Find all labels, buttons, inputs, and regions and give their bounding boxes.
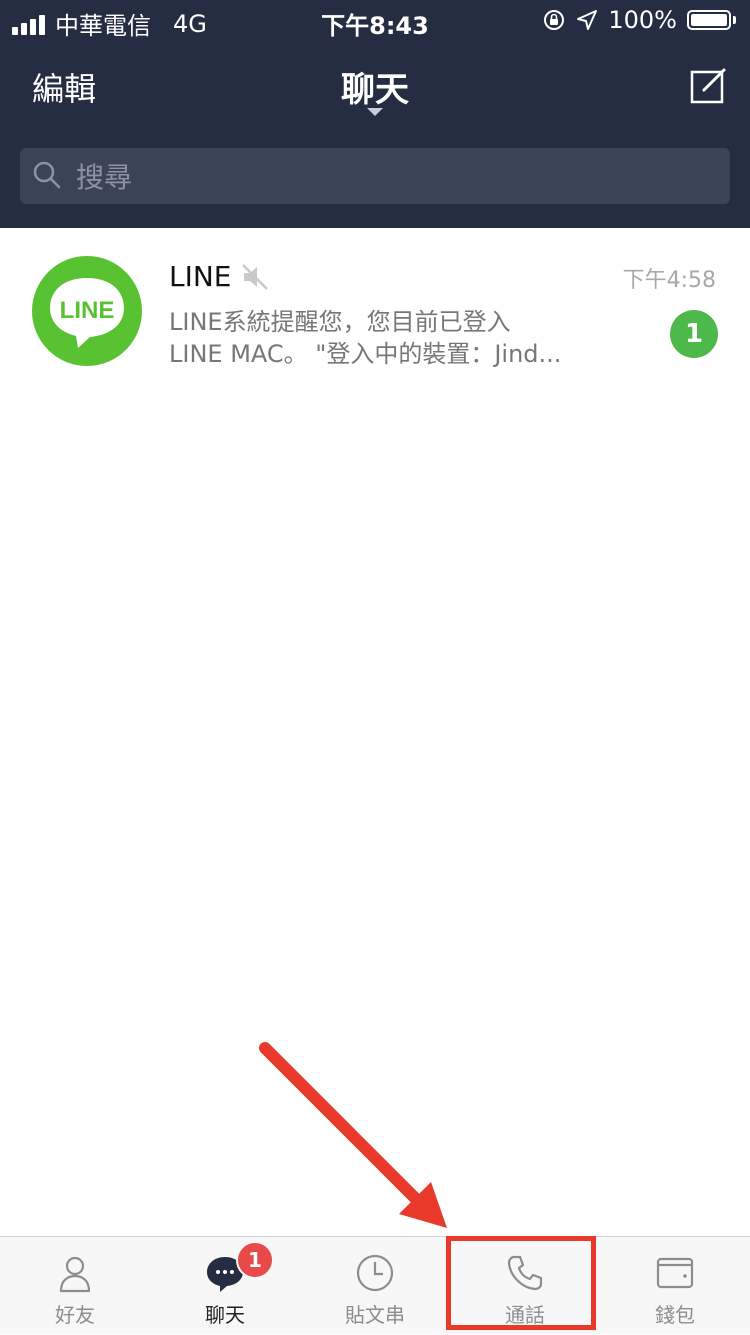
tab-friends[interactable]: 好友 xyxy=(0,1237,150,1335)
avatar-logo-text: LINE xyxy=(60,297,115,324)
chat-name: LINE xyxy=(169,260,232,293)
phone-icon xyxy=(507,1255,543,1291)
compose-icon[interactable] xyxy=(690,66,728,104)
unread-badge: 1 xyxy=(670,310,718,358)
tab-label: 貼文串 xyxy=(345,1303,405,1327)
friends-icon xyxy=(59,1256,91,1293)
battery-icon xyxy=(687,10,736,30)
clock-icon xyxy=(356,1254,394,1292)
search-icon xyxy=(33,161,61,189)
avatar: LINE xyxy=(32,256,142,366)
tab-label: 錢包 xyxy=(655,1303,695,1327)
chat-preview-line1: LINE系統提醒您，您目前已登入 xyxy=(169,308,511,336)
tab-timeline[interactable]: 貼文串 xyxy=(300,1237,450,1335)
tab-wallet[interactable]: 錢包 xyxy=(600,1237,750,1335)
annotation-arrow-icon xyxy=(259,1042,447,1228)
tab-bar: 好友 1 聊天 貼文串 通話 錢包 xyxy=(0,1236,750,1334)
battery-percent: 100% xyxy=(608,6,677,34)
nav-header: 編輯 聊天 xyxy=(0,40,750,228)
network-type: 4G xyxy=(173,9,207,38)
search-input[interactable] xyxy=(74,148,718,206)
search-bar[interactable] xyxy=(20,148,730,206)
tab-badge: 1 xyxy=(236,1241,274,1279)
edit-button[interactable]: 編輯 xyxy=(32,64,96,110)
tab-calls[interactable]: 通話 xyxy=(450,1237,600,1335)
signal-icon xyxy=(12,13,45,35)
chat-preview-line2: LINE MAC。 "登入中的裝置：Jind... xyxy=(169,340,562,368)
status-right: 100% xyxy=(542,6,736,34)
page-title[interactable]: 聊天 xyxy=(0,62,750,111)
title-dropdown-icon[interactable] xyxy=(367,108,383,116)
wallet-icon xyxy=(656,1257,694,1289)
chat-time: 下午4:58 xyxy=(622,268,716,293)
tab-chats[interactable]: 1 聊天 xyxy=(150,1237,300,1335)
location-icon xyxy=(577,10,598,30)
chat-list-item[interactable]: LINE LINE 下午4:58 LINE系統提醒您，您目前已登入 LINE M… xyxy=(0,228,750,388)
tab-label: 通話 xyxy=(505,1303,545,1327)
mute-icon xyxy=(242,264,268,290)
tab-label: 聊天 xyxy=(205,1303,245,1327)
carrier-name: 中華電信 xyxy=(55,12,151,40)
status-left: 中華電信 4G xyxy=(12,6,207,41)
status-bar: 中華電信 4G 下午8:43 100% xyxy=(0,0,750,40)
rotation-lock-icon xyxy=(544,10,565,30)
line-logo-icon: LINE xyxy=(50,278,124,348)
tab-label: 好友 xyxy=(55,1303,95,1327)
